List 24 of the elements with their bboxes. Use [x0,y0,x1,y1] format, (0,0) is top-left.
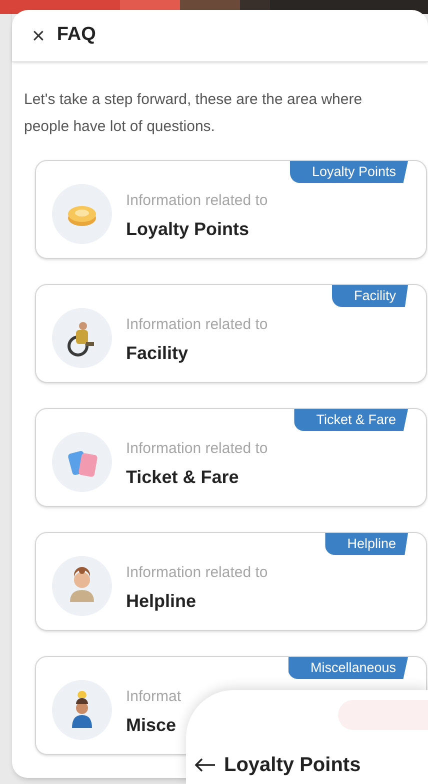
category-title: Misce [126,714,178,738]
category-tag: Miscellaneous [288,657,408,679]
category-card[interactable]: Facility Information related to Facility [35,284,427,383]
back-icon[interactable] [194,758,216,772]
category-subtitle: Informat [126,686,182,707]
category-card[interactable]: Loyalty Points Information related to Loyalty Points [35,160,427,259]
category-tag: Helpline [325,533,408,555]
category-tag: Loyalty Points [290,161,408,183]
category-subtitle: Information related to [126,314,268,335]
category-tag: Facility [332,285,408,307]
sheet-title: Loyalty Points [224,753,361,778]
intro-text: Let's take a step forward, these are the area where people have lot of questions. [23,90,364,137]
category-title: Loyalty Points [126,218,250,242]
page-title: FAQ [56,23,96,48]
close-button[interactable]: × [32,24,45,46]
category-title: Helpline [126,590,198,614]
category-subtitle: Information related to [126,190,268,211]
category-subtitle: Information related to [126,562,268,583]
category-title: Facility [126,342,190,366]
category-card[interactable]: Ticket & Fare Information related to Ticket & Fare [35,408,427,507]
category-subtitle: Information related to [126,438,268,459]
category-title: Ticket & Fare [126,466,240,490]
category-card[interactable]: Helpline Information related to Helpline [35,532,427,631]
category-tag: Ticket & Fare [294,409,408,431]
